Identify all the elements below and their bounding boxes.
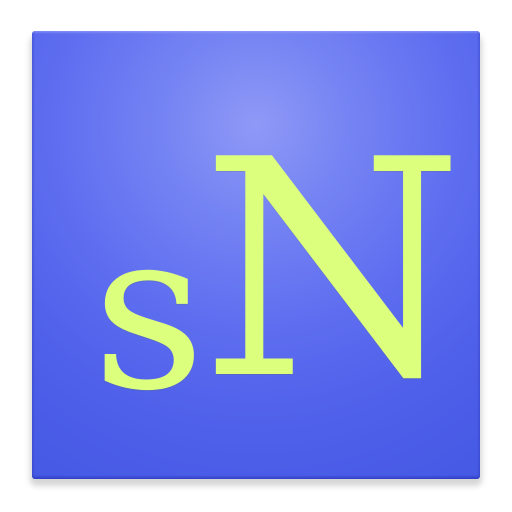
app-icon-stage: s N <box>0 0 512 512</box>
tile-bottom-shade <box>32 475 480 479</box>
logo-letter-s: s <box>92 183 206 439</box>
app-logo-text: s N <box>67 91 480 445</box>
app-icon-tile: s N <box>32 31 480 479</box>
logo-letter-n: N <box>201 96 463 445</box>
tile-left-shade <box>32 31 35 479</box>
tile-top-highlight <box>32 31 480 34</box>
